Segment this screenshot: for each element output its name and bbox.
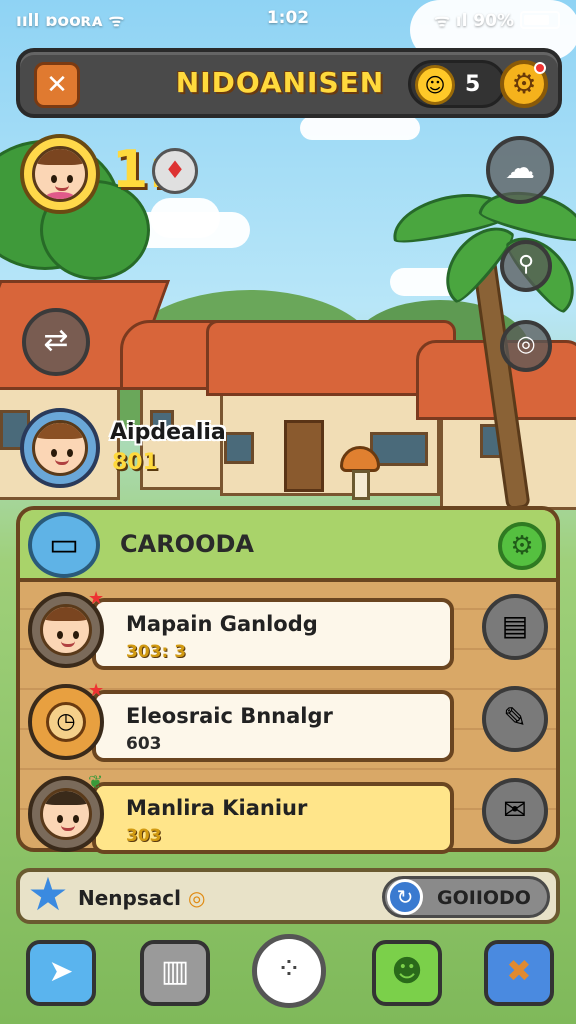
list-item-card[interactable]: Mapain Ganlodg 303: 3	[92, 598, 454, 670]
coin-icon: ☺	[415, 65, 455, 105]
coin-counter[interactable]: ☺ 5	[408, 60, 506, 108]
list-item[interactable]: Manlira Kianiur 303 ❦	[28, 772, 454, 854]
feather-icon[interactable]: ✎	[482, 686, 548, 752]
list-item[interactable]: Mapain Ganlodg 303: 3 ★	[28, 588, 454, 670]
player-avatar[interactable]	[20, 134, 100, 214]
refresh-button[interactable]: ↻ GOIIODO	[382, 876, 550, 918]
panel-title: CAROODA	[120, 530, 254, 558]
compass-icon: ◷	[46, 702, 86, 742]
list-item-name: Eleosraic Bnnalgr	[126, 704, 333, 728]
refresh-label: GOIIODO	[437, 887, 531, 909]
star-icon[interactable]: ★	[24, 870, 72, 918]
leaf-badge-icon: ❦	[88, 772, 104, 793]
map-pin-icon[interactable]: ⚲	[500, 240, 552, 292]
crossed-swords-icon[interactable]: ✕	[34, 62, 80, 108]
list-item-card[interactable]: Eleosraic Bnnalgr 603	[92, 690, 454, 762]
refresh-icon: ↻	[387, 879, 423, 915]
mushroom-stem	[352, 470, 370, 500]
slime-creature-icon[interactable]: ☻	[372, 940, 442, 1006]
panel-settings-gear-icon[interactable]: ⚙	[498, 522, 546, 570]
notebook-icon[interactable]: ▤	[482, 594, 548, 660]
friend-name: Aipdealia	[110, 420, 226, 445]
game-title: NIDOANISEN	[175, 66, 385, 99]
crossed-tools-icon[interactable]: ✖	[484, 940, 554, 1006]
status-bar: ııll ɒᴏᴏʀᴀ ᯤ 1:02 ᯤ ıl 90%	[0, 6, 576, 32]
star-badge-icon: ★	[88, 680, 105, 701]
friend-avatar[interactable]	[20, 408, 100, 488]
mail-icon[interactable]: ✉	[482, 778, 548, 844]
star-badge-icon: ★	[88, 588, 105, 609]
panel-header: ▭ CAROODA ⚙	[20, 510, 556, 582]
record-icon[interactable]: ◎	[500, 320, 552, 372]
list-item-card[interactable]: Manlira Kianiur 303	[92, 782, 454, 854]
cloud	[300, 116, 420, 140]
settings-gear-icon[interactable]: ⚙	[500, 60, 548, 108]
player-face	[32, 146, 88, 202]
cloud	[150, 198, 220, 238]
laptop-icon[interactable]: ▭	[28, 512, 100, 578]
swap-arrows-icon[interactable]: ⇄	[22, 308, 90, 376]
list-item-name: Manlira Kianiur	[126, 796, 308, 820]
info-label: Nenpsacl ◎	[78, 886, 206, 910]
info-bar: ★ Nenpsacl ◎ ↻ GOIIODO	[16, 868, 560, 924]
battery-status: ᯤ ıl 90%	[434, 8, 560, 31]
leaderboard-panel: ▭ CAROODA ⚙ Mapain Ganlodg 303: 3 ★ ▤ El…	[16, 506, 560, 854]
list-item-score: 303: 3	[126, 642, 187, 662]
notification-dot	[534, 62, 546, 74]
gem-icon[interactable]: ♦	[152, 148, 198, 194]
coin-icon: ◎	[187, 886, 206, 910]
list-item-score: 603	[126, 734, 162, 754]
list-item-score: 303	[126, 826, 162, 846]
menu-dots-icon[interactable]: ⁘	[252, 934, 326, 1008]
battery-icon	[520, 11, 560, 29]
friend-score: 801	[112, 450, 158, 475]
paper-plane-icon[interactable]: ➤	[26, 940, 96, 1006]
top-bar: ✕ NIDOANISEN ☺ 5 ⚙	[16, 48, 562, 118]
friend-face	[32, 420, 88, 476]
list-item[interactable]: Eleosraic Bnnalgr 603 ◷ ★	[28, 680, 454, 762]
coin-count: 5	[465, 72, 481, 97]
trash-bin-icon[interactable]: ▥	[140, 940, 210, 1006]
cloud-button-icon[interactable]: ☁	[486, 136, 554, 204]
list-item-name: Mapain Ganlodg	[126, 612, 318, 636]
